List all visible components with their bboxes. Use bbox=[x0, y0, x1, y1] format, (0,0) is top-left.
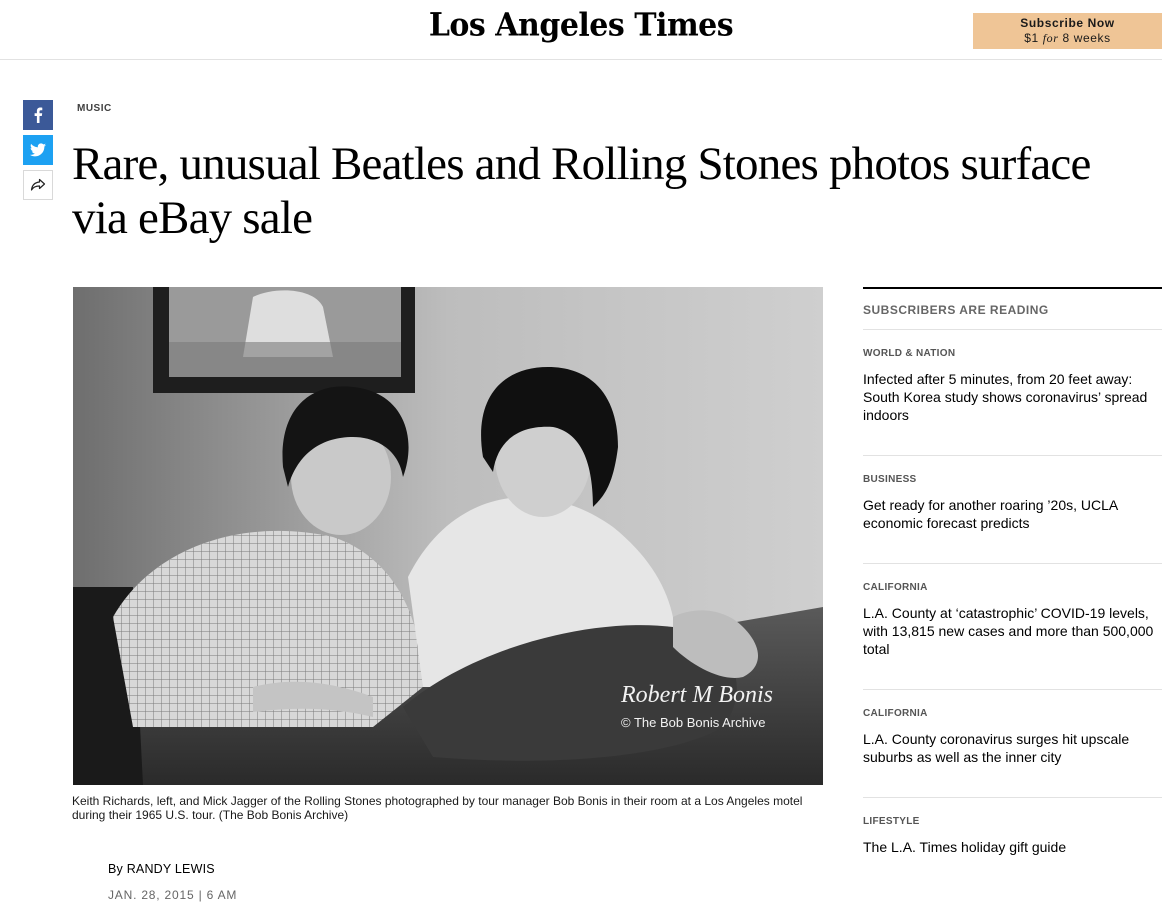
author-link[interactable]: Randy Lewis bbox=[127, 862, 215, 876]
photo-watermark-signature: Robert M Bonis bbox=[620, 682, 773, 708]
story-headline-link[interactable]: The L.A. Times holiday gift guide bbox=[863, 838, 1162, 856]
article-section-label[interactable]: MUSIC bbox=[77, 103, 112, 114]
story-section-label[interactable]: CALIFORNIA bbox=[863, 582, 1162, 594]
article-photo[interactable]: Robert M Bonis © The Bob Bonis Archive bbox=[73, 287, 823, 785]
story-section-label[interactable]: LIFESTYLE bbox=[863, 816, 1162, 828]
sidebar-story[interactable]: LIFESTYLE The L.A. Times holiday gift gu… bbox=[863, 798, 1162, 878]
facebook-icon bbox=[34, 107, 43, 123]
sidebar-title: SUBSCRIBERS ARE READING bbox=[863, 289, 1162, 330]
sidebar-story[interactable]: WORLD & NATION Infected after 5 minutes,… bbox=[863, 330, 1162, 456]
subscribe-button[interactable]: Subscribe Now $1 for 8 weeks bbox=[973, 13, 1162, 49]
byline: By Randy Lewis bbox=[108, 862, 215, 876]
share-arrow-icon bbox=[30, 178, 46, 191]
subscribe-label: Subscribe Now bbox=[1020, 16, 1115, 30]
facebook-share-button[interactable] bbox=[23, 100, 53, 130]
story-headline-link[interactable]: Get ready for another roaring ’20s, UCLA… bbox=[863, 496, 1162, 532]
story-headline-link[interactable]: L.A. County at ‘catastrophic’ COVID-19 l… bbox=[863, 604, 1162, 658]
twitter-icon bbox=[30, 143, 46, 157]
story-section-label[interactable]: CALIFORNIA bbox=[863, 708, 1162, 720]
photo-caption: Keith Richards, left, and Mick Jagger of… bbox=[72, 794, 803, 822]
publish-date: JAN. 28, 2015 | 6 AM bbox=[108, 888, 238, 902]
sidebar-story[interactable]: CALIFORNIA L.A. County at ‘catastrophic’… bbox=[863, 564, 1162, 690]
twitter-share-button[interactable] bbox=[23, 135, 53, 165]
more-share-button[interactable] bbox=[23, 170, 53, 200]
sidebar-story[interactable]: BUSINESS Get ready for another roaring ’… bbox=[863, 456, 1162, 564]
sidebar-story[interactable]: CALIFORNIA L.A. County coronavirus surge… bbox=[863, 690, 1162, 798]
rolling-stones-photo-illustration: Robert M Bonis © The Bob Bonis Archive bbox=[73, 287, 823, 785]
subscribe-offer: $1 for 8 weeks bbox=[1024, 31, 1111, 45]
photo-watermark-credit: © The Bob Bonis Archive bbox=[621, 715, 765, 730]
story-section-label[interactable]: BUSINESS bbox=[863, 474, 1162, 486]
subscribers-reading-sidebar: SUBSCRIBERS ARE READING WORLD & NATION I… bbox=[863, 287, 1162, 878]
site-header: Los Angeles Times Subscribe Now $1 for 8… bbox=[0, 0, 1162, 60]
story-headline-link[interactable]: L.A. County coronavirus surges hit upsca… bbox=[863, 730, 1162, 766]
article-headline: Rare, unusual Beatles and Rolling Stones… bbox=[72, 138, 1091, 244]
story-section-label[interactable]: WORLD & NATION bbox=[863, 348, 1162, 360]
story-headline-link[interactable]: Infected after 5 minutes, from 20 feet a… bbox=[863, 370, 1162, 424]
